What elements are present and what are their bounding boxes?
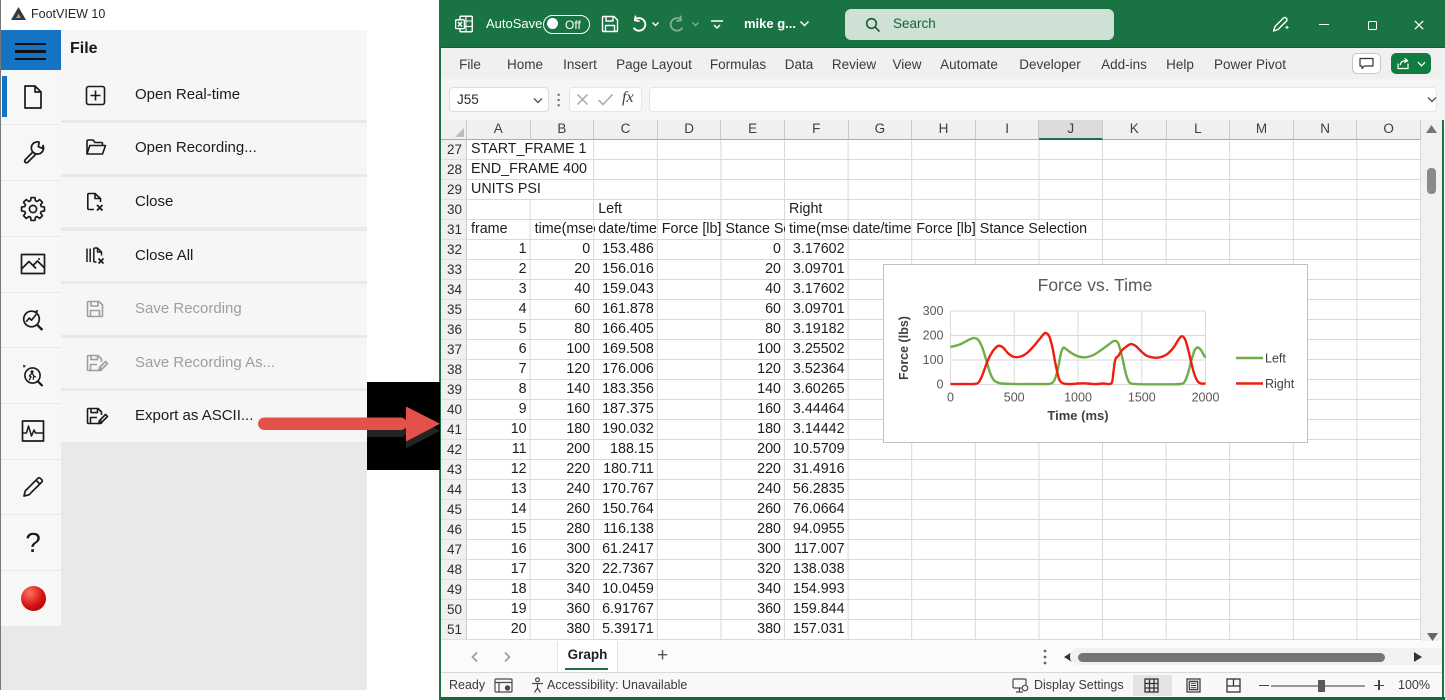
svg-text:0: 0 bbox=[937, 378, 944, 392]
svg-text:0: 0 bbox=[947, 391, 954, 405]
svg-text:Right: Right bbox=[1265, 377, 1295, 391]
svg-text:200: 200 bbox=[923, 329, 944, 343]
svg-text:Left: Left bbox=[1265, 352, 1286, 366]
svg-text:300: 300 bbox=[923, 304, 944, 318]
svg-text:2000: 2000 bbox=[1192, 391, 1220, 405]
svg-text:1000: 1000 bbox=[1064, 391, 1092, 405]
svg-text:Force (lbs): Force (lbs) bbox=[897, 316, 911, 380]
svg-text:500: 500 bbox=[1004, 391, 1025, 405]
svg-text:1500: 1500 bbox=[1128, 391, 1156, 405]
svg-text:Force vs. Time: Force vs. Time bbox=[1038, 275, 1153, 295]
svg-text:100: 100 bbox=[923, 353, 944, 367]
svg-text:Time (ms): Time (ms) bbox=[1047, 408, 1108, 423]
